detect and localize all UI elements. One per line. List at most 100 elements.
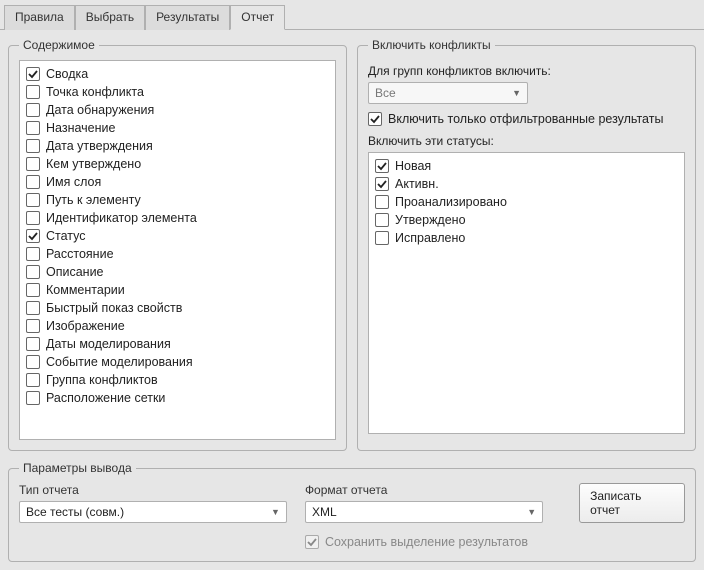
content-item-row[interactable]: Комментарии [26,281,329,299]
content-item-row[interactable]: Расположение сетки [26,389,329,407]
content-item-label: Статус [46,229,86,243]
content-item-checkbox[interactable] [26,67,40,81]
content-item-checkbox[interactable] [26,391,40,405]
content-item-row[interactable]: Дата утверждения [26,137,329,155]
status-item-checkbox[interactable] [375,195,389,209]
statuses-listbox[interactable]: Новая Активн. Проанализировано Утверждено Ис… [368,152,685,434]
report-type-value: Все тесты (совм.) [26,505,124,519]
chevron-down-icon: ▼ [512,88,521,98]
tab-results[interactable]: Результаты [145,5,230,30]
tab-bar: Правила Выбрать Результаты Отчет [0,0,704,30]
save-highlight-label: Сохранить выделение результатов [325,535,528,549]
content-item-label: Быстрый показ свойств [46,301,182,315]
content-item-row[interactable]: Описание [26,263,329,281]
content-legend: Содержимое [19,38,99,52]
content-item-label: Даты моделирования [46,337,171,351]
content-item-checkbox[interactable] [26,157,40,171]
content-item-label: Событие моделирования [46,355,193,369]
chevron-down-icon: ▼ [527,507,536,517]
output-fieldset: Параметры вывода Тип отчета Все тесты (с… [8,461,696,562]
chevron-down-icon: ▼ [271,507,280,517]
content-item-row[interactable]: Быстрый показ свойств [26,299,329,317]
content-item-checkbox[interactable] [26,283,40,297]
status-item-checkbox[interactable] [375,231,389,245]
content-item-checkbox[interactable] [26,175,40,189]
report-type-label: Тип отчета [19,483,287,497]
status-item-checkbox[interactable] [375,213,389,227]
content-item-label: Группа конфликтов [46,373,158,387]
content-item-label: Изображение [46,319,125,333]
content-item-label: Точка конфликта [46,85,144,99]
write-report-button[interactable]: Записать отчет [579,483,685,523]
filtered-results-checkbox[interactable] [368,112,382,126]
report-format-label: Формат отчета [305,483,543,497]
include-statuses-label: Включить эти статусы: [368,134,685,148]
content-item-row[interactable]: Путь к элементу [26,191,329,209]
status-item-label: Утверждено [395,213,466,227]
content-item-checkbox[interactable] [26,193,40,207]
tab-select[interactable]: Выбрать [75,5,145,30]
content-item-checkbox[interactable] [26,229,40,243]
content-item-label: Назначение [46,121,115,135]
content-item-row[interactable]: Изображение [26,317,329,335]
conflicts-legend: Включить конфликты [368,38,495,52]
status-item-label: Активн. [395,177,439,191]
content-item-checkbox[interactable] [26,247,40,261]
content-item-row[interactable]: Назначение [26,119,329,137]
status-item-checkbox[interactable] [375,159,389,173]
content-item-row[interactable]: Расстояние [26,245,329,263]
content-item-label: Расположение сетки [46,391,165,405]
content-item-checkbox[interactable] [26,301,40,315]
tab-report[interactable]: Отчет [230,5,285,30]
content-item-row[interactable]: Кем утверждено [26,155,329,173]
status-item-row[interactable]: Проанализировано [375,193,678,211]
content-item-row[interactable]: Группа конфликтов [26,371,329,389]
content-item-row[interactable]: Идентификатор элемента [26,209,329,227]
content-item-checkbox[interactable] [26,265,40,279]
content-item-checkbox[interactable] [26,355,40,369]
content-item-label: Комментарии [46,283,125,297]
conflict-groups-dropdown[interactable]: Все ▼ [368,82,528,104]
content-fieldset: Содержимое Сводка Точка конфликта Дата обн… [8,38,347,451]
conflict-groups-label: Для групп конфликтов включить: [368,64,685,78]
content-item-checkbox[interactable] [26,85,40,99]
status-item-label: Исправлено [395,231,465,245]
content-item-row[interactable]: Дата обнаружения [26,101,329,119]
content-item-label: Путь к элементу [46,193,141,207]
status-item-row[interactable]: Новая [375,157,678,175]
content-item-row[interactable]: Даты моделирования [26,335,329,353]
content-item-row[interactable]: Точка конфликта [26,83,329,101]
content-item-checkbox[interactable] [26,103,40,117]
content-item-label: Сводка [46,67,88,81]
content-item-label: Расстояние [46,247,114,261]
content-item-row[interactable]: Событие моделирования [26,353,329,371]
content-item-checkbox[interactable] [26,211,40,225]
filtered-results-label: Включить только отфильтрованные результа… [388,112,663,126]
conflict-groups-value: Все [375,86,396,100]
output-legend: Параметры вывода [19,461,136,475]
content-item-label: Описание [46,265,104,279]
content-listbox[interactable]: Сводка Точка конфликта Дата обнаружения Наз… [19,60,336,440]
status-item-row[interactable]: Утверждено [375,211,678,229]
content-item-checkbox[interactable] [26,139,40,153]
content-item-row[interactable]: Статус [26,227,329,245]
content-item-checkbox[interactable] [26,319,40,333]
content-item-label: Дата утверждения [46,139,153,153]
report-format-dropdown[interactable]: XML ▼ [305,501,543,523]
content-item-row[interactable]: Имя слоя [26,173,329,191]
content-item-checkbox[interactable] [26,373,40,387]
content-item-label: Дата обнаружения [46,103,154,117]
status-item-row[interactable]: Активн. [375,175,678,193]
report-format-value: XML [312,505,337,519]
report-type-dropdown[interactable]: Все тесты (совм.) ▼ [19,501,287,523]
content-item-label: Идентификатор элемента [46,211,197,225]
conflicts-fieldset: Включить конфликты Для групп конфликтов … [357,38,696,451]
content-item-row[interactable]: Сводка [26,65,329,83]
tab-rules[interactable]: Правила [4,5,75,30]
content-item-checkbox[interactable] [26,121,40,135]
content-item-checkbox[interactable] [26,337,40,351]
status-item-row[interactable]: Исправлено [375,229,678,247]
content-item-label: Кем утверждено [46,157,141,171]
status-item-checkbox[interactable] [375,177,389,191]
content-item-label: Имя слоя [46,175,101,189]
